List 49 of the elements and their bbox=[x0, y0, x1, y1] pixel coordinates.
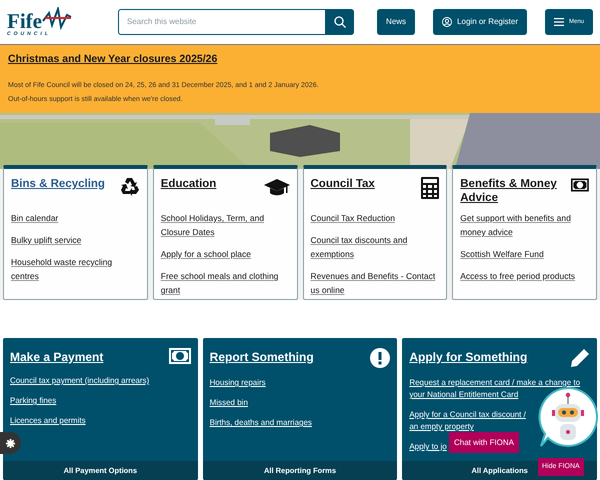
search-button[interactable] bbox=[326, 9, 354, 35]
recycle-icon bbox=[120, 177, 140, 197]
pencil-icon bbox=[570, 348, 590, 368]
topic-link[interactable]: Bulky uplift service bbox=[11, 233, 140, 247]
logo-wordmark[interactable]: Fife bbox=[7, 11, 42, 31]
settings-button[interactable] bbox=[0, 432, 21, 454]
calculator-icon bbox=[421, 177, 440, 199]
action-link[interactable]: Apply for a Council tax discount / an empty property bbox=[409, 409, 534, 433]
topic-title-link[interactable]: Benefits & Money Advice bbox=[460, 177, 572, 205]
menu-icon bbox=[554, 18, 564, 26]
alert-title-link[interactable]: Christmas and New Year closures 2025/26 bbox=[8, 52, 218, 68]
news-button[interactable]: News bbox=[377, 9, 416, 35]
banknote-icon bbox=[168, 348, 191, 364]
topic-link[interactable]: Household waste recycling centres bbox=[11, 255, 140, 283]
topic-link[interactable]: Council Tax Reduction bbox=[310, 211, 440, 225]
action-link[interactable]: Council tax payment (including arrears) bbox=[10, 375, 150, 387]
action-link[interactable]: Apply to jo bbox=[409, 441, 447, 453]
topic-link[interactable]: Get support with benefits and money advice bbox=[460, 211, 589, 239]
action-link[interactable]: Missed bin bbox=[210, 397, 248, 409]
action-link[interactable]: Housing repairs bbox=[210, 377, 266, 389]
topic-link[interactable]: Bin calendar bbox=[11, 211, 140, 225]
chat-button[interactable]: Chat with FIONA bbox=[449, 432, 520, 453]
topic-title-link[interactable]: Bins & Recycling bbox=[11, 177, 105, 191]
topic-link[interactable]: Free school meals and clothing grant bbox=[160, 269, 290, 297]
action-link[interactable]: Parking fines bbox=[10, 395, 56, 407]
action-title-link[interactable]: Apply for Something bbox=[409, 348, 528, 366]
topic-link[interactable]: Scottish Welfare Fund bbox=[460, 247, 589, 261]
chatbot-drawing bbox=[537, 386, 599, 448]
banknote-icon bbox=[571, 177, 589, 193]
topic-link[interactable]: Apply for a school place bbox=[160, 247, 290, 261]
topic-link[interactable]: Revenues and Benefits - Contact us online bbox=[310, 269, 440, 297]
topic-link[interactable]: Council tax discounts and exemptions bbox=[310, 233, 440, 261]
search-icon bbox=[334, 16, 346, 28]
action-link[interactable]: Licences and permits bbox=[10, 415, 86, 427]
login-button[interactable]: Login or Register bbox=[433, 9, 527, 35]
settings-icon bbox=[6, 438, 15, 448]
action-title-link[interactable]: Make a Payment bbox=[10, 348, 104, 366]
logo-wave-icon bbox=[42, 7, 72, 31]
action-link[interactable]: Births, deaths and marriages bbox=[210, 417, 312, 429]
topic-title-link[interactable]: Education bbox=[160, 177, 216, 191]
action-link[interactable]: Request a replacement card / make a change to your National Entitlement Card bbox=[409, 377, 592, 401]
search-field[interactable]: Search this website bbox=[118, 9, 326, 35]
exclamation-icon bbox=[370, 348, 390, 368]
topic-link[interactable]: School Holidays, Term, and Closure Dates bbox=[160, 211, 290, 239]
topic-link[interactable]: Access to free period products bbox=[460, 269, 589, 283]
graduation-cap-icon bbox=[264, 177, 290, 197]
topic-title-link[interactable]: Council Tax bbox=[310, 177, 375, 191]
action-title-link[interactable]: Report Something bbox=[210, 348, 314, 366]
user-icon bbox=[442, 17, 452, 27]
